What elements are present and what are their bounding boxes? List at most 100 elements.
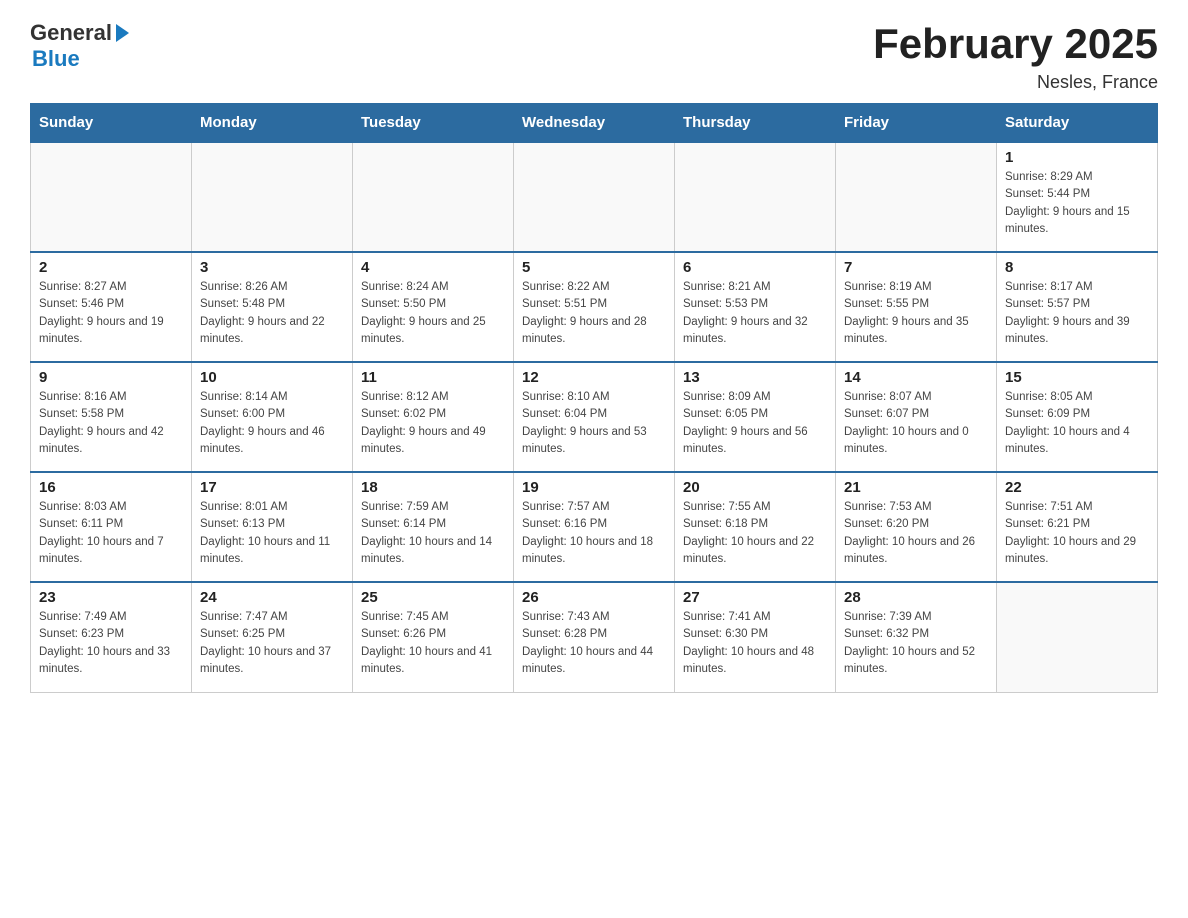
calendar-cell: 7 Sunrise: 8:19 AM Sunset: 5:55 PM Daylig… xyxy=(836,252,997,362)
day-info: Sunrise: 8:10 AM Sunset: 6:04 PM Dayligh… xyxy=(522,389,666,458)
calendar-cell: 4 Sunrise: 8:24 AM Sunset: 5:50 PM Daylig… xyxy=(353,252,514,362)
calendar-cell: 22 Sunrise: 7:51 AM Sunset: 6:21 PM Dayli… xyxy=(997,472,1158,582)
day-info: Sunrise: 7:57 AM Sunset: 6:16 PM Dayligh… xyxy=(522,499,666,568)
day-number: 18 xyxy=(361,479,505,496)
day-info: Sunrise: 8:29 AM Sunset: 5:44 PM Dayligh… xyxy=(1005,169,1149,238)
calendar-cell: 12 Sunrise: 8:10 AM Sunset: 6:04 PM Dayli… xyxy=(514,362,675,472)
calendar-cell xyxy=(353,142,514,252)
day-header-wednesday: Wednesday xyxy=(514,104,675,143)
logo-triangle-icon xyxy=(116,24,129,42)
day-info: Sunrise: 8:21 AM Sunset: 5:53 PM Dayligh… xyxy=(683,279,827,348)
day-number: 9 xyxy=(39,369,183,386)
day-number: 19 xyxy=(522,479,666,496)
day-number: 15 xyxy=(1005,369,1149,386)
day-number: 7 xyxy=(844,259,988,276)
calendar-cell: 25 Sunrise: 7:45 AM Sunset: 6:26 PM Dayli… xyxy=(353,582,514,692)
day-number: 2 xyxy=(39,259,183,276)
day-number: 13 xyxy=(683,369,827,386)
calendar-week-row: 16Sunrise: 8:03 AM Sunset: 6:11 PM Dayli… xyxy=(31,472,1158,582)
day-number: 22 xyxy=(1005,479,1149,496)
day-number: 5 xyxy=(522,259,666,276)
page-header: General Blue February 2025 Nesles, Franc… xyxy=(30,20,1158,93)
logo-general-text: General xyxy=(30,20,112,46)
day-info: Sunrise: 8:19 AM Sunset: 5:55 PM Dayligh… xyxy=(844,279,988,348)
day-info: Sunrise: 8:09 AM Sunset: 6:05 PM Dayligh… xyxy=(683,389,827,458)
logo: General Blue xyxy=(30,20,129,72)
calendar-week-row: 9 Sunrise: 8:16 AM Sunset: 5:58 PM Daylig… xyxy=(31,362,1158,472)
calendar-cell: 16Sunrise: 8:03 AM Sunset: 6:11 PM Dayli… xyxy=(31,472,192,582)
logo-blue-text: Blue xyxy=(32,46,80,72)
day-header-friday: Friday xyxy=(836,104,997,143)
calendar-cell xyxy=(997,582,1158,692)
calendar-cell: 28 Sunrise: 7:39 AM Sunset: 6:32 PM Dayli… xyxy=(836,582,997,692)
day-info: Sunrise: 8:26 AM Sunset: 5:48 PM Dayligh… xyxy=(200,279,344,348)
day-info: Sunrise: 7:59 AM Sunset: 6:14 PM Dayligh… xyxy=(361,499,505,568)
day-info: Sunrise: 7:43 AM Sunset: 6:28 PM Dayligh… xyxy=(522,609,666,678)
day-number: 28 xyxy=(844,589,988,606)
calendar-cell: 17 Sunrise: 8:01 AM Sunset: 6:13 PM Dayli… xyxy=(192,472,353,582)
calendar-week-row: 2 Sunrise: 8:27 AM Sunset: 5:46 PM Daylig… xyxy=(31,252,1158,362)
day-info: Sunrise: 8:24 AM Sunset: 5:50 PM Dayligh… xyxy=(361,279,505,348)
day-info: Sunrise: 8:01 AM Sunset: 6:13 PM Dayligh… xyxy=(200,499,344,568)
day-number: 23 xyxy=(39,589,183,606)
day-number: 12 xyxy=(522,369,666,386)
calendar-table: SundayMondayTuesdayWednesdayThursdayFrid… xyxy=(30,103,1158,693)
calendar-week-row: 1 Sunrise: 8:29 AM Sunset: 5:44 PM Daylig… xyxy=(31,142,1158,252)
day-info: Sunrise: 8:03 AM Sunset: 6:11 PM Dayligh… xyxy=(39,499,183,568)
day-number: 6 xyxy=(683,259,827,276)
day-info: Sunrise: 8:16 AM Sunset: 5:58 PM Dayligh… xyxy=(39,389,183,458)
day-number: 8 xyxy=(1005,259,1149,276)
day-number: 25 xyxy=(361,589,505,606)
calendar-header-row: SundayMondayTuesdayWednesdayThursdayFrid… xyxy=(31,104,1158,143)
calendar-cell: 23 Sunrise: 7:49 AM Sunset: 6:23 PM Dayli… xyxy=(31,582,192,692)
calendar-cell: 13 Sunrise: 8:09 AM Sunset: 6:05 PM Dayli… xyxy=(675,362,836,472)
day-number: 10 xyxy=(200,369,344,386)
calendar-cell: 10 Sunrise: 8:14 AM Sunset: 6:00 PM Dayli… xyxy=(192,362,353,472)
calendar-cell xyxy=(192,142,353,252)
day-info: Sunrise: 8:05 AM Sunset: 6:09 PM Dayligh… xyxy=(1005,389,1149,458)
day-number: 27 xyxy=(683,589,827,606)
calendar-cell: 5 Sunrise: 8:22 AM Sunset: 5:51 PM Daylig… xyxy=(514,252,675,362)
day-number: 26 xyxy=(522,589,666,606)
calendar-cell: 15 Sunrise: 8:05 AM Sunset: 6:09 PM Dayli… xyxy=(997,362,1158,472)
day-info: Sunrise: 7:45 AM Sunset: 6:26 PM Dayligh… xyxy=(361,609,505,678)
day-number: 21 xyxy=(844,479,988,496)
day-info: Sunrise: 8:17 AM Sunset: 5:57 PM Dayligh… xyxy=(1005,279,1149,348)
day-info: Sunrise: 7:41 AM Sunset: 6:30 PM Dayligh… xyxy=(683,609,827,678)
day-info: Sunrise: 8:12 AM Sunset: 6:02 PM Dayligh… xyxy=(361,389,505,458)
day-info: Sunrise: 7:39 AM Sunset: 6:32 PM Dayligh… xyxy=(844,609,988,678)
title-block: February 2025 Nesles, France xyxy=(873,20,1158,93)
calendar-cell: 9 Sunrise: 8:16 AM Sunset: 5:58 PM Daylig… xyxy=(31,362,192,472)
calendar-cell xyxy=(675,142,836,252)
day-number: 4 xyxy=(361,259,505,276)
calendar-cell: 18 Sunrise: 7:59 AM Sunset: 6:14 PM Dayli… xyxy=(353,472,514,582)
calendar-cell: 24 Sunrise: 7:47 AM Sunset: 6:25 PM Dayli… xyxy=(192,582,353,692)
calendar-cell: 21 Sunrise: 7:53 AM Sunset: 6:20 PM Dayli… xyxy=(836,472,997,582)
day-info: Sunrise: 7:49 AM Sunset: 6:23 PM Dayligh… xyxy=(39,609,183,678)
location-text: Nesles, France xyxy=(873,72,1158,93)
calendar-cell: 6 Sunrise: 8:21 AM Sunset: 5:53 PM Daylig… xyxy=(675,252,836,362)
calendar-cell: 8 Sunrise: 8:17 AM Sunset: 5:57 PM Daylig… xyxy=(997,252,1158,362)
day-info: Sunrise: 8:22 AM Sunset: 5:51 PM Dayligh… xyxy=(522,279,666,348)
day-number: 1 xyxy=(1005,149,1149,166)
day-info: Sunrise: 7:51 AM Sunset: 6:21 PM Dayligh… xyxy=(1005,499,1149,568)
day-number: 24 xyxy=(200,589,344,606)
day-number: 20 xyxy=(683,479,827,496)
day-number: 17 xyxy=(200,479,344,496)
calendar-cell: 1 Sunrise: 8:29 AM Sunset: 5:44 PM Daylig… xyxy=(997,142,1158,252)
day-info: Sunrise: 8:07 AM Sunset: 6:07 PM Dayligh… xyxy=(844,389,988,458)
calendar-cell: 2 Sunrise: 8:27 AM Sunset: 5:46 PM Daylig… xyxy=(31,252,192,362)
day-info: Sunrise: 8:27 AM Sunset: 5:46 PM Dayligh… xyxy=(39,279,183,348)
day-info: Sunrise: 7:47 AM Sunset: 6:25 PM Dayligh… xyxy=(200,609,344,678)
calendar-cell: 14 Sunrise: 8:07 AM Sunset: 6:07 PM Dayli… xyxy=(836,362,997,472)
day-number: 11 xyxy=(361,369,505,386)
day-number: 3 xyxy=(200,259,344,276)
day-header-tuesday: Tuesday xyxy=(353,104,514,143)
day-header-saturday: Saturday xyxy=(997,104,1158,143)
day-info: Sunrise: 7:53 AM Sunset: 6:20 PM Dayligh… xyxy=(844,499,988,568)
calendar-cell xyxy=(31,142,192,252)
month-title: February 2025 xyxy=(873,20,1158,68)
day-number: 14 xyxy=(844,369,988,386)
calendar-cell xyxy=(514,142,675,252)
day-info: Sunrise: 8:14 AM Sunset: 6:00 PM Dayligh… xyxy=(200,389,344,458)
